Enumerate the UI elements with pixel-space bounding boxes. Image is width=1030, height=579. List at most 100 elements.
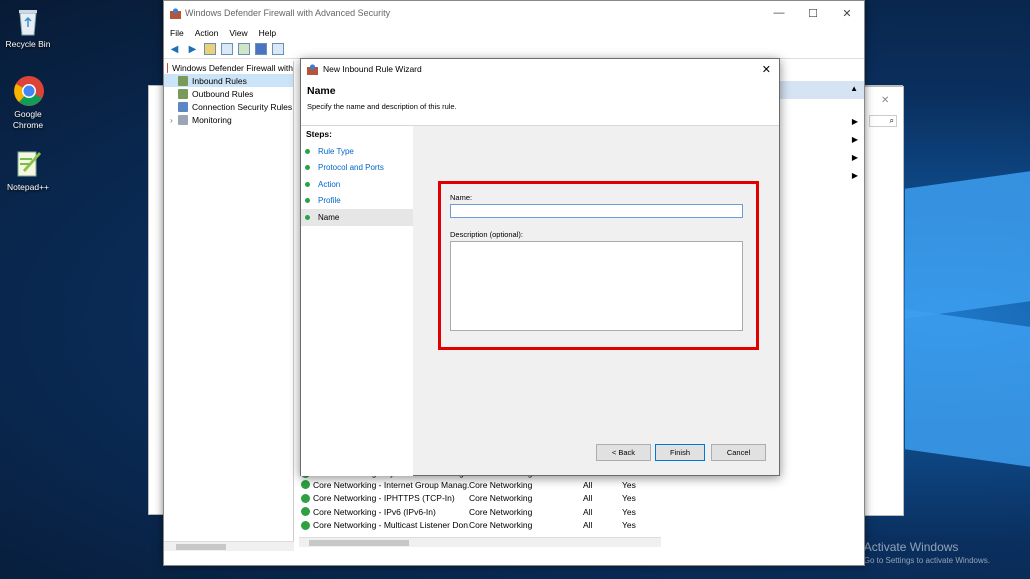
connection-security-icon [178,101,188,112]
menu-view[interactable]: View [229,28,247,38]
rule-enabled: Yes [622,506,636,517]
wizard-close-button[interactable]: ✕ [762,63,771,76]
desktop-icon-notepadpp[interactable]: Notepad++ [0,148,56,193]
enabled-check-icon [301,507,310,517]
step-profile[interactable]: Profile [301,193,413,210]
firewall-app-icon [170,7,181,19]
step-status-icon [305,198,310,204]
desktop-icon-label: Google Chrome [12,109,44,130]
desktop-icon-chrome[interactable]: Google Chrome [0,75,56,131]
tree-item-inbound-rules[interactable]: Inbound Rules [164,74,293,87]
show-hide-tree-icon[interactable] [221,43,233,55]
step-rule-type[interactable]: Rule Type [301,143,413,160]
rule-group: Core Networking [469,479,533,490]
actions-header: ▲ [776,81,864,99]
step-protocol-ports[interactable]: Protocol and Ports [301,160,413,177]
step-status-icon [305,165,310,171]
step-label: Profile [318,196,341,206]
close-icon[interactable]: ✕ [881,95,889,106]
rule-enabled: Yes [622,493,636,504]
step-label: Action [318,179,341,189]
chrome-icon [13,75,44,107]
toolbar: ◀ ▶ [164,40,864,59]
desktop-icon-recycle-bin[interactable]: Recycle Bin [0,5,56,50]
submenu-arrow-icon[interactable]: ▶ [852,153,858,162]
submenu-arrow-icon[interactable]: ▶ [852,117,858,126]
maximize-button[interactable]: ☐ [796,7,830,20]
back-arrow-icon[interactable]: ◀ [168,43,181,56]
back-button[interactable]: < Back [596,444,651,461]
desktop-icon-label: Notepad++ [6,182,50,192]
outbound-rules-icon [178,88,188,99]
submenu-arrow-icon[interactable]: ▶ [852,171,858,180]
submenu-arrow-icon[interactable]: ▶ [852,135,858,144]
menu-file[interactable]: File [170,28,184,38]
step-name[interactable]: Name [301,209,413,226]
cancel-button[interactable]: Cancel [711,444,766,461]
firewall-app-icon [307,63,318,75]
background-window: ✕ ⌕ [860,86,904,516]
main-titlebar: Windows Defender Firewall with Advanced … [164,1,864,25]
step-label: Protocol and Ports [318,163,384,173]
tree-item-label: Connection Security Rules [192,101,293,112]
table-row[interactable]: Core Networking - Internet Group Manag..… [299,478,669,492]
wizard-heading: Name [307,85,336,97]
properties-icon[interactable] [272,43,284,55]
rule-enabled: Yes [622,520,636,531]
collapse-arrow-icon[interactable]: ▲ [850,84,858,93]
close-button[interactable]: ✕ [830,7,864,20]
rule-name: Core Networking - Multicast Listener Don… [313,520,469,531]
expand-chevron-icon[interactable]: › [170,115,178,125]
rule-group: Core Networking [469,493,533,504]
rule-group: Core Networking [469,506,533,517]
rule-name: Core Networking - IPv6 (IPv6-In) [313,506,436,517]
table-row[interactable]: Core Networking - IPv6 (IPv6-In) Core Ne… [299,505,669,519]
tree-root-label: Windows Defender Firewall with [172,62,293,73]
forward-arrow-icon[interactable]: ▶ [186,43,199,56]
menu-action[interactable]: Action [195,28,219,38]
rules-horizontal-scrollbar[interactable] [299,537,661,547]
export-list-icon[interactable] [238,43,250,55]
table-row[interactable]: Core Networking - Multicast Listener Don… [299,519,669,533]
tree-item-outbound-rules[interactable]: Outbound Rules [164,87,293,100]
tree-item-label: Outbound Rules [192,88,254,99]
finish-button[interactable]: Finish [655,444,705,461]
minimize-button[interactable]: — [762,7,796,20]
wizard-title: New Inbound Rule Wizard [323,64,422,74]
table-row[interactable]: Core Networking - IPHTTPS (TCP-In) Core … [299,492,669,506]
menu-help[interactable]: Help [259,28,276,38]
tree-item-monitoring[interactable]: › Monitoring [164,113,293,126]
rule-group: Core Networking [469,520,533,531]
rule-profile: All [583,479,593,490]
recycle-bin-icon [13,5,43,37]
rule-profile: All [583,506,593,517]
watermark-subtitle: Go to Settings to activate Windows. [863,556,990,565]
new-inbound-rule-wizard: New Inbound Rule Wizard ✕ Name Specify t… [300,58,780,476]
enabled-check-icon [301,520,310,530]
enabled-check-icon [301,493,310,503]
desktop-icon-label: Recycle Bin [5,39,51,49]
step-status-icon [305,181,310,187]
up-folder-icon[interactable] [204,43,216,55]
step-status-icon [305,148,310,154]
activation-watermark: Activate Windows Go to Settings to activ… [864,540,990,565]
rule-enabled: Yes [622,479,636,490]
wizard-header: Name Specify the name and description of… [301,79,779,126]
step-status-icon [305,214,310,220]
tree-horizontal-scrollbar[interactable] [164,541,294,551]
inbound-rules-icon [178,75,188,86]
step-label: Name [318,212,340,222]
tree-item-connection-security[interactable]: Connection Security Rules [164,100,293,113]
enabled-check-icon [301,480,310,490]
steps-label: Steps: [306,129,332,139]
main-window-title: Windows Defender Firewall with Advanced … [185,8,391,18]
monitoring-icon [178,114,188,125]
tree-root[interactable]: Windows Defender Firewall with [164,61,293,74]
step-action[interactable]: Action [301,176,413,193]
rule-name: Core Networking - IPHTTPS (TCP-In) [313,493,455,504]
wizard-subheading: Specify the name and description of this… [307,102,457,111]
rules-list: Core Networking - Dynamic Host Configur.… [299,470,669,532]
windows-logo-graphic [900,171,1030,467]
help-icon[interactable] [255,43,267,55]
search-icon[interactable]: ⌕ [869,115,897,127]
